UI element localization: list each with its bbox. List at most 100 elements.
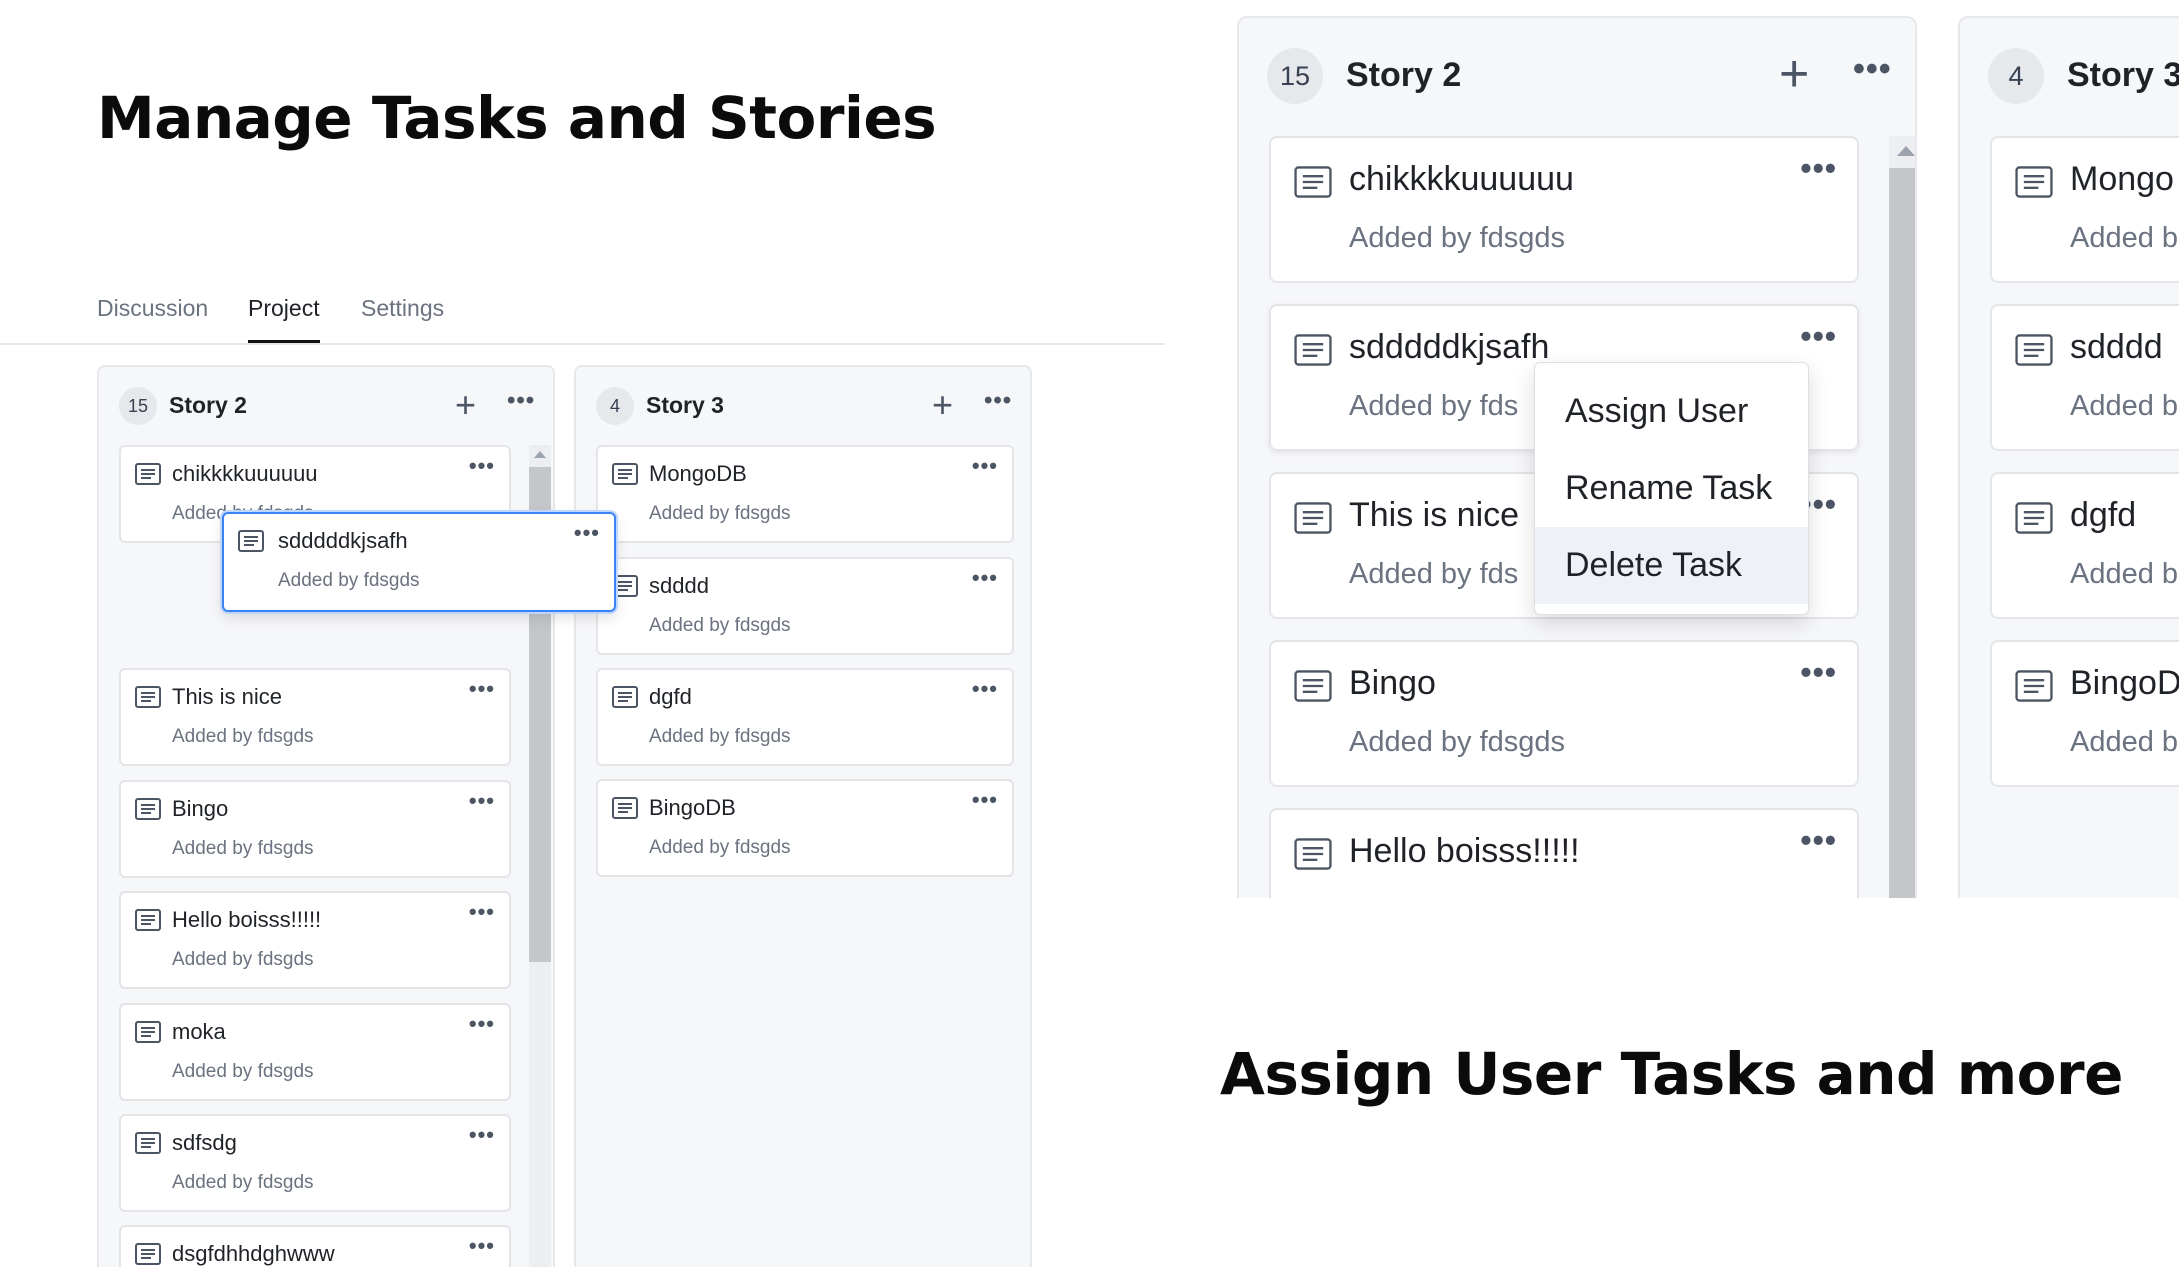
task-title: MongoDB bbox=[649, 461, 747, 486]
task-card[interactable]: MongoDB Added by fdsgds ••• bbox=[596, 445, 1014, 543]
task-card[interactable]: dsgfdhhdghwww ••• bbox=[119, 1225, 511, 1267]
ellipsis-icon[interactable]: ••• bbox=[469, 1124, 495, 1146]
task-card[interactable]: sdfsdg Added by fdsgds ••• bbox=[119, 1114, 511, 1212]
task-author: Added by fds bbox=[1349, 390, 1519, 422]
task-author: Added by fdsgds bbox=[649, 726, 791, 747]
story-title: Story 2 bbox=[169, 392, 247, 418]
plus-icon[interactable]: + bbox=[455, 387, 476, 423]
ellipsis-icon[interactable]: ••• bbox=[1800, 320, 1837, 352]
task-author: Added by fdsgds bbox=[172, 838, 314, 859]
document-lines-icon bbox=[135, 463, 161, 485]
document-lines-icon bbox=[2015, 166, 2053, 198]
ellipsis-icon[interactable]: ••• bbox=[469, 1235, 495, 1257]
tab-project[interactable]: Project bbox=[248, 295, 320, 343]
task-title: This is nice bbox=[172, 684, 283, 709]
ellipsis-icon[interactable]: ••• bbox=[984, 389, 1012, 413]
document-lines-icon bbox=[1294, 166, 1332, 198]
ellipsis-icon[interactable]: ••• bbox=[1800, 656, 1837, 688]
task-card[interactable]: This is nice Added by fdsgds ••• bbox=[119, 668, 511, 766]
ellipsis-icon[interactable]: ••• bbox=[469, 455, 495, 477]
document-lines-icon bbox=[238, 530, 264, 552]
ellipsis-icon[interactable]: ••• bbox=[972, 455, 998, 477]
task-card[interactable]: BingoD Added b bbox=[1990, 640, 2179, 787]
task-author: Added by fdsgds bbox=[172, 1172, 314, 1193]
story-header: 15 Story 2 + ••• bbox=[1239, 18, 1915, 138]
ellipsis-icon[interactable]: ••• bbox=[469, 678, 495, 700]
document-lines-icon bbox=[612, 463, 638, 485]
task-title: BingoDB bbox=[649, 795, 736, 820]
ellipsis-icon[interactable]: ••• bbox=[1853, 52, 1892, 86]
story-header: 4 Story 3 + ••• bbox=[576, 367, 1030, 445]
task-card[interactable]: Mongo Added b bbox=[1990, 136, 2179, 283]
story-header: 4 Story 3 bbox=[1960, 18, 2179, 138]
task-card[interactable]: sdddd Added b bbox=[1990, 304, 2179, 451]
ellipsis-icon[interactable]: ••• bbox=[1800, 824, 1837, 856]
story-column: 15 Story 2 + ••• chikkkkuuuuuu Added by … bbox=[97, 365, 555, 1267]
scroll-up-arrow-icon[interactable] bbox=[534, 451, 546, 458]
ellipsis-icon[interactable]: ••• bbox=[972, 567, 998, 589]
document-lines-icon bbox=[135, 686, 161, 708]
task-title: dsgfdhhdghwww bbox=[172, 1241, 335, 1266]
task-author: Added by fdsgds bbox=[172, 726, 314, 747]
task-card[interactable]: dgfd Added by fdsgds ••• bbox=[596, 668, 1014, 766]
task-card[interactable]: Hello boisss!!!!! ••• bbox=[1269, 808, 1859, 898]
task-title: sdddddkjsafh bbox=[278, 528, 408, 553]
document-lines-icon bbox=[135, 1021, 161, 1043]
task-card[interactable]: Bingo Added by fdsgds ••• bbox=[119, 780, 511, 878]
task-title: dgfd bbox=[2070, 496, 2137, 534]
task-title: This is nice bbox=[1349, 496, 1520, 534]
scroll-thumb[interactable] bbox=[1889, 168, 1915, 898]
story-title: Story 2 bbox=[1346, 56, 1462, 94]
task-card[interactable]: chikkkkuuuuuu Added by fdsgds ••• bbox=[1269, 136, 1859, 283]
task-card[interactable]: BingoDB Added by fdsgds ••• bbox=[596, 779, 1014, 877]
task-title: sdfsdg bbox=[172, 1130, 237, 1155]
document-lines-icon bbox=[2015, 502, 2053, 534]
task-author: Added b bbox=[2070, 222, 2179, 254]
document-lines-icon bbox=[1294, 334, 1332, 366]
plus-icon[interactable]: + bbox=[932, 387, 953, 423]
ellipsis-icon[interactable]: ••• bbox=[469, 790, 495, 812]
document-lines-icon bbox=[135, 909, 161, 931]
tab-discussion[interactable]: Discussion bbox=[97, 295, 208, 340]
menu-item-delete-task[interactable]: Delete Task bbox=[1535, 527, 1808, 604]
document-lines-icon bbox=[1294, 838, 1332, 870]
story-title: Story 3 bbox=[2067, 56, 2179, 94]
ellipsis-icon[interactable]: ••• bbox=[1800, 152, 1837, 184]
task-author: Added by fdsgds bbox=[172, 949, 314, 970]
task-card[interactable]: dgfd Added b bbox=[1990, 472, 2179, 619]
menu-item-rename-task[interactable]: Rename Task bbox=[1535, 450, 1808, 527]
scrollbar[interactable] bbox=[1889, 136, 1915, 898]
task-title: sdddd bbox=[2070, 328, 2163, 366]
task-author: Added by fdsgds bbox=[1349, 222, 1566, 254]
ellipsis-icon[interactable]: ••• bbox=[469, 1013, 495, 1035]
task-title: Bingo bbox=[1349, 664, 1436, 702]
task-title: Bingo bbox=[172, 796, 229, 821]
section-heading-assign: Assign User Tasks and more bbox=[1220, 1040, 2123, 1108]
story-column: 4 Story 3 + ••• MongoDB Added by fdsgds … bbox=[574, 365, 1032, 1267]
task-card[interactable]: sdddd Added by fdsgds ••• bbox=[596, 557, 1014, 655]
ellipsis-icon[interactable]: ••• bbox=[972, 789, 998, 811]
scroll-up-arrow-icon[interactable] bbox=[1897, 146, 1915, 156]
story-title: Story 3 bbox=[646, 392, 724, 418]
task-card[interactable]: Hello boisss!!!!! Added by fdsgds ••• bbox=[119, 891, 511, 989]
ellipsis-icon[interactable]: ••• bbox=[469, 901, 495, 923]
dragged-task-card[interactable]: sdddddkjsafh Added by fdsgds ••• bbox=[222, 512, 616, 612]
task-author: Added by fdsgds bbox=[649, 615, 791, 636]
task-context-menu: Assign User Rename Task Delete Task bbox=[1534, 362, 1809, 615]
task-card[interactable]: Bingo Added by fdsgds ••• bbox=[1269, 640, 1859, 787]
plus-icon[interactable]: + bbox=[1779, 48, 1809, 100]
task-card[interactable]: moka Added by fdsgds ••• bbox=[119, 1003, 511, 1101]
tab-settings[interactable]: Settings bbox=[361, 295, 444, 340]
section-heading-manage: Manage Tasks and Stories bbox=[97, 84, 937, 152]
task-title: Mongo bbox=[2070, 160, 2174, 198]
ellipsis-icon[interactable]: ••• bbox=[574, 522, 600, 544]
task-author: Added b bbox=[2070, 558, 2179, 590]
task-title: Hello boisss!!!!! bbox=[1349, 832, 1580, 870]
task-title: dgfd bbox=[649, 684, 692, 709]
task-author: Added by fdsgds bbox=[1349, 726, 1566, 758]
menu-item-assign-user[interactable]: Assign User bbox=[1535, 373, 1808, 450]
ellipsis-icon[interactable]: ••• bbox=[972, 678, 998, 700]
ellipsis-icon[interactable]: ••• bbox=[507, 389, 535, 413]
task-author: Added by fdsgds bbox=[649, 837, 791, 858]
document-lines-icon bbox=[135, 798, 161, 820]
